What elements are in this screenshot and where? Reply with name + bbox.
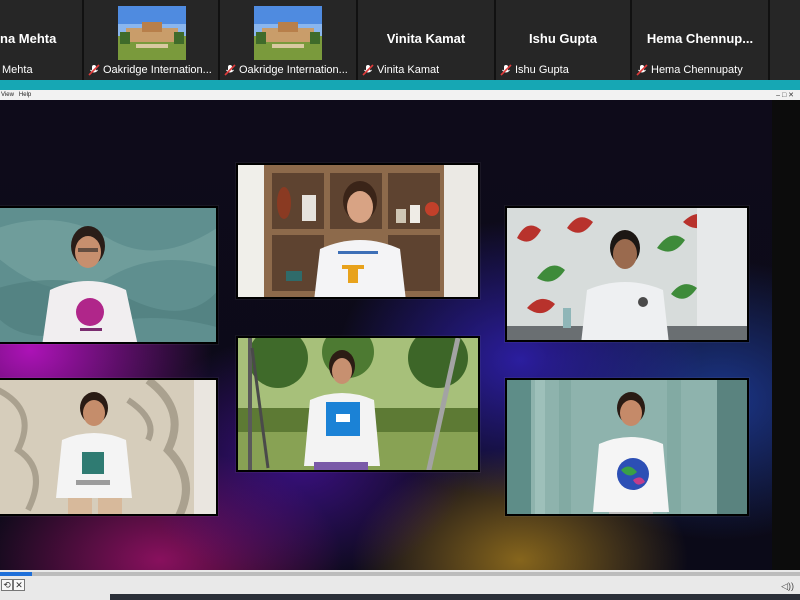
participant-big-name: Ishu Gupta [529, 31, 597, 46]
participant-label-text: Hema Chennupaty [651, 64, 743, 76]
participant-tile-partial[interactable] [770, 0, 800, 80]
participant-label-text: Vinita Kamat [377, 64, 440, 76]
mic-muted-icon[interactable] [636, 64, 648, 76]
mic-muted-icon[interactable] [88, 64, 100, 76]
mic-muted-icon[interactable] [500, 64, 512, 76]
video-girl-curtain[interactable] [0, 378, 218, 516]
participant-label: Ishu Gupta [498, 63, 628, 77]
participant-label-text: Mehta [2, 64, 33, 76]
participant-tile[interactable]: Vinita Kamat Vinita Kamat [358, 0, 496, 80]
mic-muted-icon[interactable] [224, 64, 236, 76]
taskbar-strip [110, 594, 800, 600]
participant-big-name: Hema Chennup... [646, 31, 754, 46]
menu-bar: View Help – □ ✕ [0, 90, 800, 100]
playback-progress-bar[interactable] [0, 572, 800, 576]
repeat-icon[interactable]: ⟲ [1, 579, 13, 591]
participant-label-text: Oakridge Internation... [239, 64, 348, 76]
participant-label: Vinita Kamat [360, 63, 492, 77]
menu-item-help[interactable]: Help [18, 92, 35, 98]
video-boy-leaf-wall[interactable] [505, 206, 749, 342]
shuffle-icon[interactable]: ✕ [13, 579, 25, 591]
participant-tile[interactable]: Oakridge Internation... [84, 0, 220, 80]
video-girl-teal-wall[interactable] [0, 206, 218, 344]
participant-tile[interactable]: na Mehta Mehta [0, 0, 84, 80]
participant-label: Oakridge Internation... [86, 63, 216, 77]
video-girl-blue-curtain[interactable] [505, 378, 749, 516]
participant-label: Hema Chennupaty [634, 63, 766, 77]
participant-label-text: Ishu Gupta [515, 64, 569, 76]
participant-tile[interactable]: Ishu Gupta Ishu Gupta [496, 0, 632, 80]
participant-label: Mehta [2, 63, 80, 77]
participant-tile[interactable]: Hema Chennup... Hema Chennupaty [632, 0, 770, 80]
mic-muted-icon[interactable] [362, 64, 374, 76]
window-right-edge [772, 100, 800, 570]
participant-big-name: Vinita Kamat [386, 31, 466, 46]
school-building-thumbnail [118, 6, 186, 60]
video-stage [0, 100, 772, 570]
menu-item-view[interactable]: View [0, 92, 18, 98]
player-controls: ⟲ ✕ ◁)) [0, 570, 800, 600]
participant-label-text: Oakridge Internation... [103, 64, 212, 76]
volume-icon[interactable]: ◁)) [781, 581, 794, 592]
participant-tile[interactable]: Oakridge Internation... [220, 0, 358, 80]
playback-progress-fill [0, 572, 32, 576]
participant-big-name: na Mehta [0, 31, 57, 46]
video-girl-shelves[interactable] [236, 163, 480, 299]
window-controls[interactable]: – □ ✕ [776, 91, 794, 99]
school-building-thumbnail [254, 6, 322, 60]
video-girl-garden-swing[interactable] [236, 336, 480, 472]
participant-label: Oakridge Internation... [222, 63, 354, 77]
toolbar-accent-bar [0, 80, 800, 90]
participant-strip: na Mehta Mehta Oakridge Internation... O… [0, 0, 800, 80]
